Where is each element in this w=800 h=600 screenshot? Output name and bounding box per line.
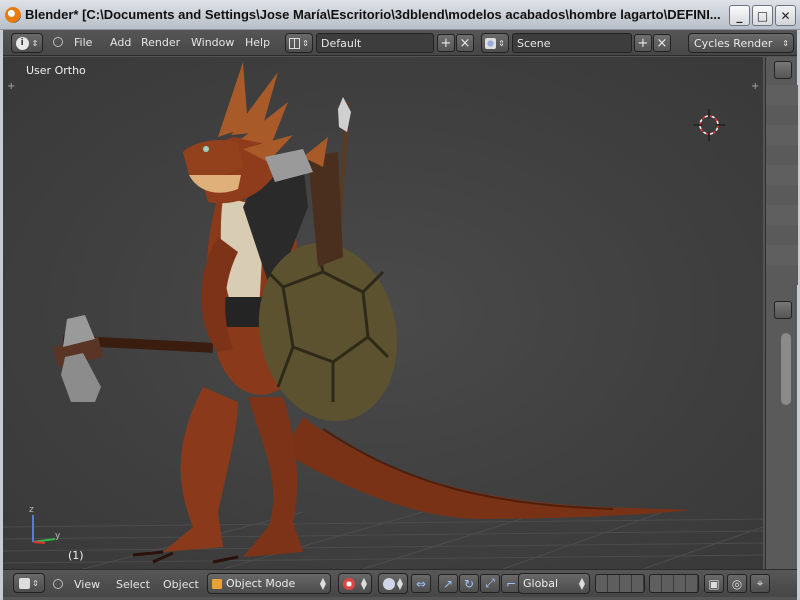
blender-app-icon (5, 6, 21, 23)
mode-dropdown[interactable]: Object Mode ▲ ▼ (207, 573, 331, 594)
chevron-updown-icon: ▲ ▼ (578, 575, 585, 591)
cube-icon (212, 578, 222, 589)
chevron-updown-icon: ⇕ (32, 578, 39, 588)
remove-screen-button[interactable]: × (456, 34, 474, 52)
screen-layout-name: Default (321, 36, 362, 50)
menu-object[interactable]: Object (163, 578, 199, 591)
mode-label: Object Mode (226, 577, 296, 590)
editor-type-3d-button[interactable]: ⇕ (13, 573, 45, 593)
scene-icon (485, 37, 497, 49)
properties-editor-button[interactable] (774, 301, 792, 319)
view3d-header: ⇕ View Select Object Object Mode ▲ ▼ ▲ ▼ ▲… (3, 569, 797, 597)
menu-select[interactable]: Select (116, 578, 150, 591)
screen-layout-field[interactable]: Default (316, 33, 434, 53)
rotate-manipulator-icon[interactable]: ↻ (459, 574, 479, 593)
viewport-scene (3, 62, 763, 569)
snap-toggle-icon[interactable]: ⌖ (750, 574, 770, 593)
layer-lock-icon[interactable]: ▣ (704, 574, 724, 593)
close-button[interactable]: ✕ (775, 5, 796, 26)
menu-file[interactable]: File (74, 36, 92, 49)
chevron-updown-icon: ⇕ (31, 38, 39, 48)
properties-editor-strip (765, 57, 798, 569)
info-icon: i (15, 36, 29, 50)
chevron-updown-icon: ▲ ▼ (360, 575, 367, 591)
outliner-editor-button[interactable] (774, 61, 792, 79)
chevron-updown-icon: ⇕ (782, 38, 789, 48)
chevron-updown-icon: ⇕ (498, 38, 505, 48)
chevron-updown-icon: ⇕ (302, 38, 309, 48)
axis-z-label: z (29, 505, 34, 515)
menu-help[interactable]: Help (245, 36, 270, 49)
axis-y-label: y (55, 531, 61, 541)
menu-view[interactable]: View (74, 578, 100, 591)
scene-field[interactable]: Scene (512, 33, 632, 53)
maximize-button[interactable]: □ (752, 5, 773, 26)
window-titlebar: Blender* [C:\Documents and Settings\Jose… (0, 0, 800, 30)
lizard-man-model (53, 62, 693, 564)
scale-manipulator-icon[interactable]: ⤢ (480, 574, 500, 593)
scene-layers-group-1[interactable] (595, 574, 645, 593)
layout-grid-icon (289, 37, 301, 49)
3d-view-icon (19, 577, 31, 589)
proportional-editing-icon[interactable]: ◎ (727, 574, 747, 593)
chevron-updown-icon: ▲ ▼ (396, 575, 403, 591)
chevron-updown-icon: ▲ ▼ (319, 575, 326, 591)
transform-orientation-dropdown[interactable]: Global ▲ ▼ (518, 573, 590, 594)
collapse-menus-icon[interactable] (53, 37, 63, 47)
menu-render[interactable]: Render (141, 36, 180, 49)
menu-window[interactable]: Window (191, 36, 234, 49)
floor-grid (3, 511, 763, 569)
frame-number-label: (1) (68, 549, 84, 562)
scene-name: Scene (517, 36, 551, 50)
pivot-icon (383, 577, 395, 590)
info-header: i ⇕ File Add Render Window Help ⇕ Defaul… (3, 30, 797, 56)
scene-layers-group-2[interactable] (649, 574, 699, 593)
viewport-shading-dropdown[interactable]: ▲ ▼ (338, 573, 372, 594)
render-engine-dropdown[interactable]: Cycles Render ⇕ (688, 33, 794, 53)
add-scene-button[interactable]: + (634, 34, 652, 52)
add-screen-button[interactable]: + (437, 34, 455, 52)
collapse-menus-icon[interactable] (53, 579, 63, 589)
transform-orientation-label: Global (523, 577, 559, 590)
properties-scrollbar[interactable] (781, 333, 791, 405)
pivot-point-dropdown[interactable]: ▲ ▼ (378, 573, 408, 594)
menu-add[interactable]: Add (110, 36, 131, 49)
shading-icon (343, 577, 355, 590)
editor-type-button[interactable]: i ⇕ (11, 33, 43, 53)
outliner-list-area (766, 85, 798, 285)
render-engine-label: Cycles Render (694, 36, 773, 50)
scene-picker[interactable]: ⇕ (481, 33, 509, 53)
3d-viewport[interactable]: User Ortho + + z y (1) (3, 57, 763, 569)
remove-scene-button[interactable]: × (653, 34, 671, 52)
screen-layout-picker[interactable]: ⇕ (285, 33, 313, 53)
manipulator-toggle-icon[interactable]: ⇔ (411, 574, 431, 593)
3d-cursor-icon (693, 109, 725, 141)
minimize-button[interactable]: _ (729, 5, 750, 26)
translate-manipulator-icon[interactable]: ↗ (438, 574, 458, 593)
window-title: Blender* [C:\Documents and Settings\Jose… (25, 7, 721, 22)
